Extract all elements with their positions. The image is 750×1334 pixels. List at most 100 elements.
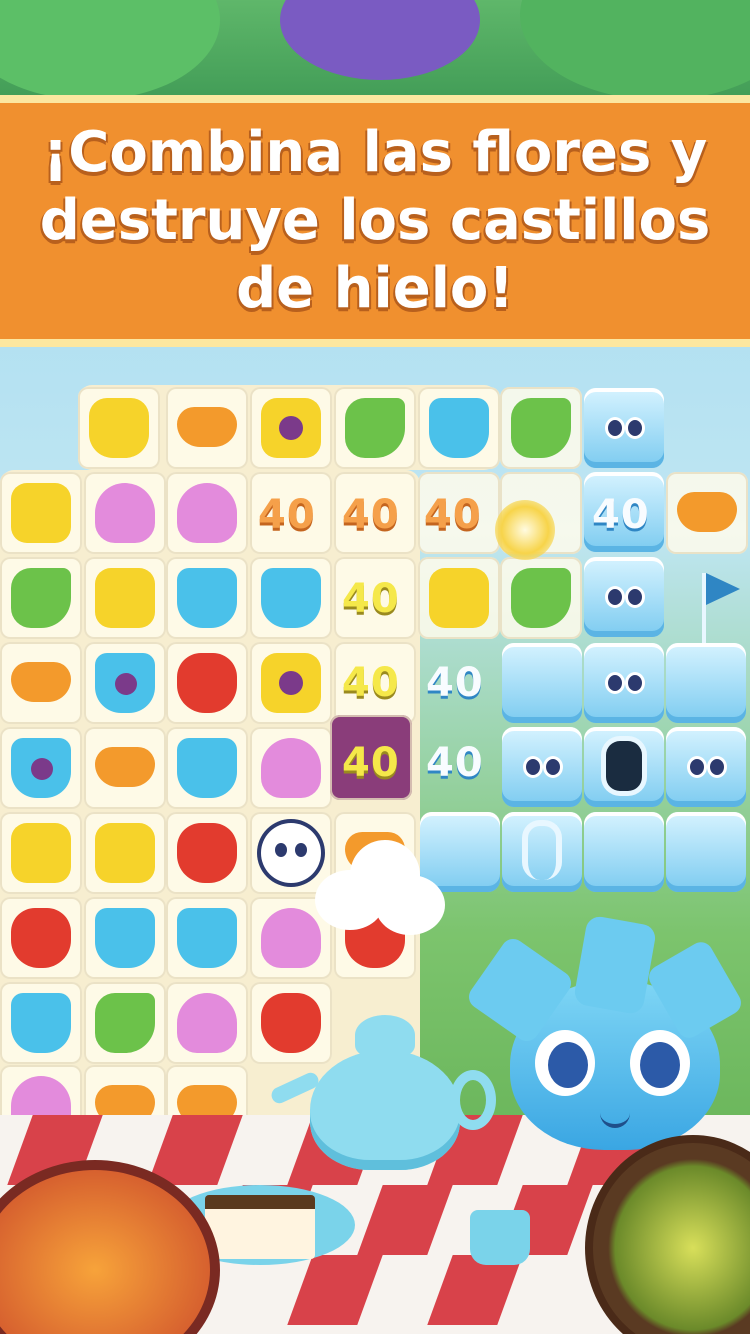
leaf-icon bbox=[0, 0, 220, 100]
cup-icon bbox=[470, 1210, 530, 1265]
score-popup: 40 bbox=[342, 576, 400, 622]
score-popup: 40 bbox=[424, 492, 482, 538]
red-tulip-icon bbox=[177, 653, 237, 713]
board-cell[interactable] bbox=[78, 387, 160, 469]
ice-block-icon[interactable] bbox=[666, 643, 746, 723]
pink-bud-icon bbox=[261, 738, 321, 798]
title-banner: ¡Combina las flores y destruye los casti… bbox=[0, 95, 750, 347]
ice-block-icon[interactable] bbox=[584, 643, 664, 723]
ice-block-icon[interactable] bbox=[502, 643, 582, 723]
ice-block-icon[interactable] bbox=[584, 388, 664, 468]
board-cell[interactable] bbox=[84, 472, 166, 554]
orange-lily-icon bbox=[95, 747, 155, 787]
blue-tulip-icon bbox=[11, 738, 71, 798]
yellow-rose-icon bbox=[89, 398, 149, 458]
board-cell[interactable] bbox=[666, 472, 748, 554]
banner-line-3: de hielo! bbox=[236, 256, 514, 321]
board-cell[interactable] bbox=[334, 387, 416, 469]
green-bell-icon bbox=[511, 398, 571, 458]
board-cell[interactable] bbox=[0, 472, 82, 554]
orange-lily-icon bbox=[11, 662, 71, 702]
board-cell[interactable] bbox=[250, 387, 332, 469]
board-cell[interactable] bbox=[500, 557, 582, 639]
ice-block-icon[interactable] bbox=[584, 812, 664, 892]
board-cell[interactable] bbox=[84, 982, 166, 1064]
blue-tulip-icon bbox=[261, 568, 321, 628]
blue-tulip-icon bbox=[95, 653, 155, 713]
ice-block-icon[interactable] bbox=[502, 727, 582, 807]
yellow-rose-icon bbox=[11, 823, 71, 883]
board-cell[interactable] bbox=[0, 557, 82, 639]
red-tulip-icon bbox=[11, 908, 71, 968]
blue-tulip-icon bbox=[429, 398, 489, 458]
board-cell[interactable] bbox=[418, 387, 500, 469]
score-popup: 40 bbox=[426, 740, 484, 786]
blue-star-mascot-icon bbox=[464, 914, 746, 1150]
green-bell-icon bbox=[511, 568, 571, 628]
pink-bud-icon bbox=[95, 483, 155, 543]
banner-line-2: destruye los castillos bbox=[39, 188, 711, 253]
board-cell[interactable] bbox=[250, 557, 332, 639]
board-cell[interactable] bbox=[0, 812, 82, 894]
ice-block-icon[interactable] bbox=[502, 812, 582, 892]
leaf-icon bbox=[520, 0, 750, 100]
cloud-puff-icon bbox=[315, 840, 445, 950]
yellow-rose-icon bbox=[11, 483, 71, 543]
owl-creature-icon bbox=[261, 823, 321, 883]
ice-block-icon[interactable] bbox=[666, 727, 746, 807]
pink-bud-icon bbox=[177, 993, 237, 1053]
board-cell[interactable] bbox=[0, 897, 82, 979]
score-popup: 40 bbox=[426, 660, 484, 706]
top-leaves-decoration bbox=[0, 0, 750, 110]
board-cell[interactable] bbox=[166, 982, 248, 1064]
board-cell[interactable] bbox=[0, 727, 82, 809]
teapot-icon bbox=[268, 1010, 500, 1180]
ice-block-icon[interactable] bbox=[584, 727, 664, 807]
board-cell[interactable] bbox=[166, 642, 248, 724]
sparkle-icon bbox=[495, 500, 555, 560]
goal-flag-icon bbox=[694, 563, 750, 643]
pink-bud-icon bbox=[177, 483, 237, 543]
yellow-rose-icon bbox=[95, 568, 155, 628]
blue-tulip-icon bbox=[95, 908, 155, 968]
board-cell[interactable] bbox=[166, 472, 248, 554]
board-cell[interactable] bbox=[0, 982, 82, 1064]
score-popup: 40 bbox=[592, 492, 650, 538]
orange-lily-icon bbox=[177, 407, 237, 447]
board-cell[interactable] bbox=[250, 727, 332, 809]
green-bell-icon bbox=[95, 993, 155, 1053]
board-cell[interactable] bbox=[166, 727, 248, 809]
score-popup: 40 bbox=[258, 492, 316, 538]
board-cell[interactable] bbox=[0, 642, 82, 724]
blue-tulip-icon bbox=[11, 993, 71, 1053]
board-cell[interactable] bbox=[500, 387, 582, 469]
board-cell[interactable] bbox=[250, 642, 332, 724]
ice-block-icon[interactable] bbox=[584, 557, 664, 637]
yellow-rose-icon bbox=[261, 653, 321, 713]
board-cell[interactable] bbox=[418, 557, 500, 639]
board-cell[interactable] bbox=[84, 642, 166, 724]
cake-slice-icon bbox=[205, 1195, 315, 1259]
yellow-rose-icon bbox=[261, 398, 321, 458]
ice-block-icon[interactable] bbox=[666, 812, 746, 892]
blue-tulip-icon bbox=[177, 568, 237, 628]
score-popup: 40 bbox=[342, 740, 400, 786]
purple-petal-icon bbox=[280, 0, 480, 80]
board-cell[interactable] bbox=[84, 727, 166, 809]
board-cell[interactable] bbox=[166, 557, 248, 639]
board-cell[interactable] bbox=[84, 812, 166, 894]
yellow-rose-icon bbox=[429, 568, 489, 628]
score-popup: 40 bbox=[342, 492, 400, 538]
board-cell[interactable] bbox=[166, 897, 248, 979]
board-cell[interactable] bbox=[166, 387, 248, 469]
board-cell[interactable] bbox=[84, 557, 166, 639]
green-bell-icon bbox=[345, 398, 405, 458]
board-cell[interactable] bbox=[166, 812, 248, 894]
score-popup: 40 bbox=[342, 660, 400, 706]
blue-tulip-icon bbox=[177, 908, 237, 968]
game-scene: ¡Combina las flores y destruye los casti… bbox=[0, 0, 750, 1334]
board-cell[interactable] bbox=[84, 897, 166, 979]
green-bell-icon bbox=[11, 568, 71, 628]
blue-tulip-icon bbox=[177, 738, 237, 798]
banner-text: ¡Combina las flores y destruye los casti… bbox=[15, 119, 735, 323]
